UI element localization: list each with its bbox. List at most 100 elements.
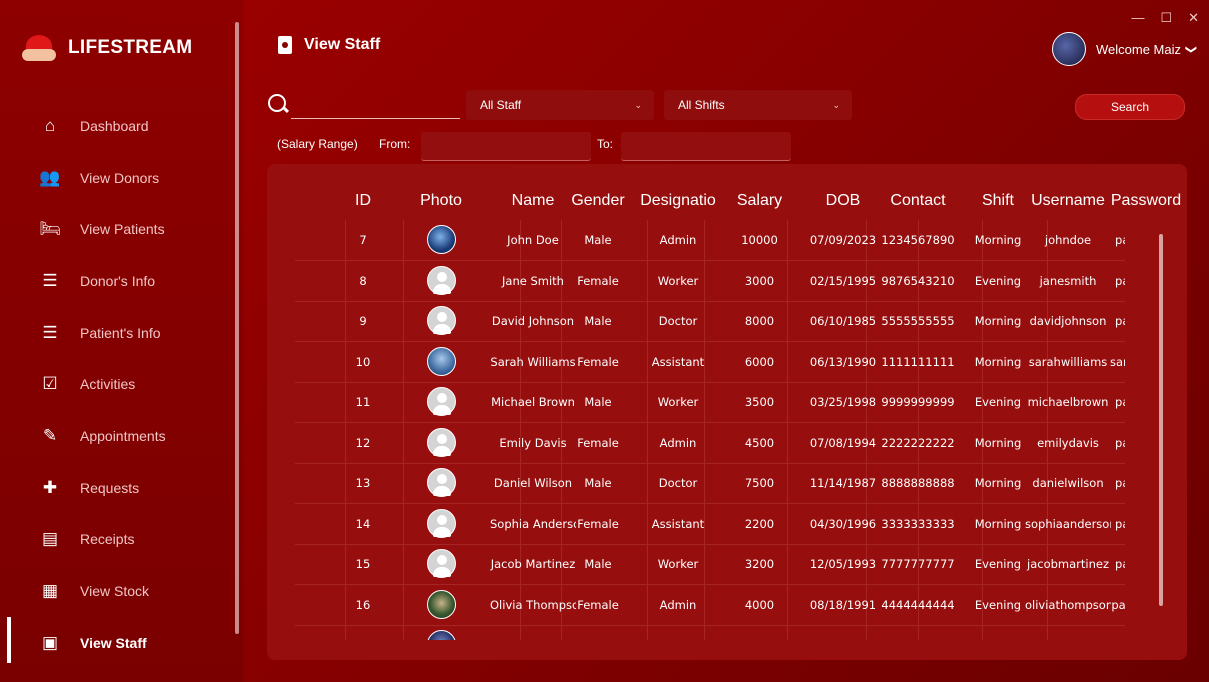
sidebar-item-view-patients[interactable]: 🛏 View Patients	[0, 203, 235, 255]
cell-designation[interactable]: Doctor	[635, 301, 721, 341]
cell-name[interactable]: Sophia Anderson	[490, 504, 576, 544]
cell-username[interactable]: johndoe	[1025, 220, 1111, 260]
cell-name[interactable]: Sarah Williams	[490, 342, 576, 382]
cell-username[interactable]: oliviathompson	[1025, 585, 1111, 625]
cell-designation[interactable]: Doctor	[635, 463, 721, 503]
column-header-name[interactable]: Name	[490, 192, 576, 210]
cell-gender[interactable]: Male	[568, 382, 628, 422]
cell-contact[interactable]: 5555555555	[878, 301, 958, 341]
close-button[interactable]: ✕	[1188, 10, 1199, 26]
staff-photo[interactable]	[427, 427, 456, 457]
cell-shift[interactable]: Evening	[968, 544, 1028, 584]
cell-salary[interactable]: 4000	[732, 585, 787, 625]
sidebar-item-view-stock[interactable]: ▦ View Stock	[0, 565, 235, 617]
sidebar-item-view-staff[interactable]: ▣ View Staff	[0, 617, 235, 669]
cell-dob[interactable]: 03/25/1998	[804, 382, 882, 422]
cell-designation[interactable]: Worker	[635, 382, 721, 422]
cell-password[interactable]: password9	[1110, 544, 1125, 584]
cell-password[interactable]: sarahwilliams	[1110, 342, 1125, 382]
staff-photo[interactable]	[427, 589, 456, 619]
user-menu[interactable]: Welcome Maiz ❯	[1052, 32, 1198, 66]
table-row[interactable]: 15 Jacob Martinez Male Worker 3200 12/05/1993…	[295, 544, 1125, 585]
cell-id[interactable]: 12	[343, 423, 383, 463]
cell-shift[interactable]: Morning	[968, 301, 1028, 341]
cell-contact[interactable]: 7777777777	[878, 544, 958, 584]
column-header-gender[interactable]: Gender	[568, 192, 628, 210]
sidebar-item-requests[interactable]: ✚ Requests	[0, 462, 235, 514]
cell-designation[interactable]: Admin	[635, 585, 721, 625]
cell-username[interactable]: sarahwilliams	[1025, 342, 1111, 382]
sidebar-item-patient-s-info[interactable]: ☰ Patient's Info	[0, 307, 235, 359]
cell-contact[interactable]: 4444444444	[878, 585, 958, 625]
cell-shift[interactable]: Morning	[968, 463, 1028, 503]
cell-designation[interactable]: Assistant	[635, 504, 721, 544]
cell-shift[interactable]: Morning	[968, 423, 1028, 463]
cell-username[interactable]: jacobmartinez	[1025, 544, 1111, 584]
table-row[interactable]: 13 Daniel Wilson Male Doctor 7500 11/14/1987 8…	[295, 463, 1125, 504]
cell-username[interactable]: michaelbrown	[1025, 382, 1111, 422]
cell-password[interactable]: password7	[1110, 463, 1125, 503]
cell-id[interactable]: 15	[343, 544, 383, 584]
staff-photo[interactable]	[427, 468, 456, 497]
staff-photo[interactable]	[427, 225, 456, 254]
table-row[interactable]: 10 Sarah Williams Female Assistant 6000 06/13…	[295, 341, 1125, 383]
search-input[interactable]	[291, 92, 460, 119]
column-header-designation[interactable]: Designatio	[635, 192, 721, 210]
cell-designation[interactable]: Worker	[635, 544, 721, 584]
welcome-text[interactable]: Welcome Maiz	[1096, 42, 1181, 57]
cell-designation[interactable]: Admin	[635, 220, 721, 260]
maximize-button[interactable]: ☐	[1160, 10, 1172, 26]
cell-gender[interactable]	[568, 625, 628, 640]
cell-salary[interactable]: 3200	[732, 544, 787, 584]
cell-gender[interactable]: Female	[568, 504, 628, 544]
cell-name[interactable]: Emily Davis	[490, 423, 576, 463]
cell-id[interactable]: 9	[343, 301, 383, 341]
minimize-button[interactable]: —	[1131, 10, 1144, 26]
staff-photo[interactable]	[427, 387, 456, 416]
cell-salary[interactable]: 7500	[732, 463, 787, 503]
cell-password[interactable]	[1110, 625, 1125, 640]
chevron-down-icon[interactable]: ❯	[1185, 44, 1198, 53]
cell-salary[interactable]: 6000	[732, 342, 787, 382]
table-row[interactable]: 8 Jane Smith Female Worker 3000 02/15/1995 987…	[295, 260, 1125, 302]
table-row[interactable]: 17	[295, 625, 1125, 640]
cell-contact[interactable]: 1111111111	[878, 342, 958, 382]
sidebar-item-activities[interactable]: ☑ Activities	[0, 358, 235, 410]
staff-photo[interactable]	[427, 265, 456, 295]
cell-password[interactable]: password8	[1110, 504, 1125, 544]
staff-photo[interactable]	[427, 346, 456, 376]
cell-contact[interactable]: 9999999999	[878, 382, 958, 422]
cell-contact[interactable]: 3333333333	[878, 504, 958, 544]
column-header-contact[interactable]: Contact	[878, 192, 958, 210]
sidebar-item-receipts[interactable]: ▤ Receipts	[0, 513, 235, 565]
sidebar-item-dashboard[interactable]: ⌂ Dashboard	[0, 100, 235, 152]
cell-dob[interactable]: 12/05/1993	[804, 544, 882, 584]
cell-id[interactable]: 10	[343, 342, 383, 382]
cell-password[interactable]: password6	[1110, 423, 1125, 463]
cell-designation[interactable]: Admin	[635, 423, 721, 463]
cell-gender[interactable]: Male	[568, 463, 628, 503]
cell-name[interactable]: Michael Brown	[490, 382, 576, 422]
cell-id[interactable]: 8	[343, 261, 383, 301]
table-row[interactable]: 11 Michael Brown Male Worker 3500 03/25/1998 9…	[295, 382, 1125, 423]
staff-photo[interactable]	[427, 549, 456, 578]
staff-photo[interactable]	[427, 508, 456, 538]
cell-gender[interactable]: Female	[568, 585, 628, 625]
cell-name[interactable]: Jane Smith	[490, 261, 576, 301]
cell-name[interactable]: Olivia Thompson	[490, 585, 576, 625]
cell-id[interactable]: 14	[343, 504, 383, 544]
cell-salary[interactable]	[732, 625, 787, 640]
column-header-photo[interactable]: Photo	[417, 192, 465, 210]
staff-photo[interactable]	[427, 306, 456, 335]
cell-username[interactable]: emilydavis	[1025, 423, 1111, 463]
cell-id[interactable]: 13	[343, 463, 383, 503]
cell-designation[interactable]	[635, 625, 721, 640]
cell-dob[interactable]: 11/14/1987	[804, 463, 882, 503]
cell-username[interactable]: janesmith	[1025, 261, 1111, 301]
cell-shift[interactable]: Evening	[968, 585, 1028, 625]
sidebar-scrollbar[interactable]	[235, 22, 239, 634]
cell-name[interactable]	[490, 625, 576, 640]
cell-password[interactable]: password2	[1110, 261, 1125, 301]
cell-password[interactable]: password3	[1110, 301, 1125, 341]
cell-designation[interactable]: Worker	[635, 261, 721, 301]
